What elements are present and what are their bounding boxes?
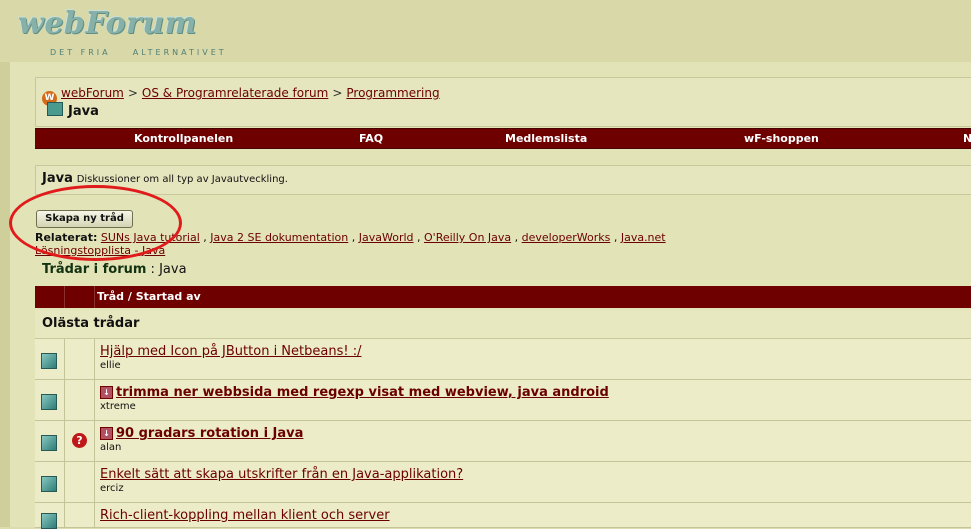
thread-author[interactable]: alan: [100, 442, 121, 453]
icon-cell: [65, 462, 95, 502]
thread-status-icon: [41, 353, 57, 369]
thread-row: Enkelt sätt att skapa utskrifter från en…: [35, 462, 971, 503]
icon-cell: [65, 503, 95, 527]
left-margin: [0, 62, 10, 527]
breadcrumb-level1[interactable]: OS & Programrelaterade forum: [142, 86, 328, 100]
related-link-javanet[interactable]: Java.net: [621, 231, 666, 244]
icon-cell: ?: [65, 421, 95, 461]
column-divider: [64, 286, 65, 308]
related-link-javaworld[interactable]: JavaWorld: [359, 231, 414, 244]
thread-title[interactable]: trimma ner webbsida med regexp visat med…: [116, 385, 609, 400]
thread-title[interactable]: 90 gradars rotation i Java: [116, 426, 303, 441]
forum-description: Diskussioner om all typ av Javautvecklin…: [76, 174, 288, 185]
unread-label: Olästa trådar: [42, 316, 140, 331]
nav-shop[interactable]: wF-shoppen: [744, 132, 819, 145]
thread-title[interactable]: Rich-client-koppling mellan klient och s…: [100, 508, 390, 523]
icon-cell: [65, 380, 95, 420]
breadcrumb-separator: >: [127, 86, 138, 100]
nav-more[interactable]: N: [963, 132, 971, 145]
thread-row: ? ↓ 90 gradars rotation i Java alan: [35, 421, 971, 462]
nav-member-list[interactable]: Medlemslista: [505, 132, 587, 145]
thread-author[interactable]: erciz: [100, 483, 124, 494]
thread-status-icon: [41, 394, 57, 410]
nav-control-panel[interactable]: Kontrollpanelen: [134, 132, 233, 145]
threads-forum: Java: [159, 262, 187, 277]
breadcrumb-separator: >: [332, 86, 343, 100]
down-arrow-icon[interactable]: ↓: [100, 427, 113, 440]
icon-cell: [65, 339, 95, 379]
column-divider: [94, 286, 95, 308]
down-arrow-icon[interactable]: ↓: [100, 386, 113, 399]
status-cell: [35, 462, 65, 502]
site-logo[interactable]: webForum: [18, 6, 197, 41]
thread-status-icon: [41, 476, 57, 492]
threads-label: Trådar i forum: [42, 262, 147, 277]
thread-title-wrap: ↓ 90 gradars rotation i Java: [100, 426, 303, 441]
thread-title-wrap: ↓ trimma ner webbsida med regexp visat me…: [100, 385, 609, 400]
thread-title[interactable]: Hjälp med Icon på JButton i Netbeans! :/: [100, 344, 361, 359]
breadcrumb-current: Java: [47, 102, 99, 119]
thread-table-header: Tråd / Startad av: [35, 286, 971, 308]
forum-info: Java Diskussioner om all typ av Javautve…: [42, 171, 288, 186]
status-cell: [35, 380, 65, 420]
threads-section-title: Trådar i forum : Java: [42, 262, 187, 277]
main-navbar: Kontrollpanelen FAQ Medlemslista wF-shop…: [35, 128, 971, 149]
thread-row: ↓ trimma ner webbsida med regexp visat me…: [35, 380, 971, 421]
folder-icon: [47, 102, 63, 116]
thread-author[interactable]: xtreme: [100, 401, 136, 412]
page-title: Java: [68, 104, 99, 119]
nav-faq[interactable]: FAQ: [359, 132, 383, 145]
unread-section-header: Olästa trådar: [35, 310, 971, 339]
related-link-developerworks[interactable]: developerWorks: [522, 231, 611, 244]
thread-row: Hjälp med Icon på JButton i Netbeans! :/…: [35, 339, 971, 380]
thread-column-header[interactable]: Tråd / Startad av: [97, 290, 201, 303]
status-cell: [35, 421, 65, 461]
status-cell: [35, 339, 65, 379]
question-icon: ?: [72, 433, 87, 448]
breadcrumb: WwebForum > OS & Programrelaterade forum > P…: [42, 86, 440, 106]
thread-row: Rich-client-koppling mellan klient och s…: [35, 503, 971, 529]
header-banner: webForum DET FRIA ALTERNATIVET: [0, 0, 971, 62]
related-link-oreilly[interactable]: O'Reilly On Java: [424, 231, 511, 244]
breadcrumb-home[interactable]: webForum: [61, 86, 124, 100]
status-cell: [35, 503, 65, 529]
thread-author[interactable]: ellie: [100, 360, 121, 371]
thread-title[interactable]: Enkelt sätt att skapa utskrifter från en…: [100, 467, 463, 482]
breadcrumb-level2[interactable]: Programmering: [346, 86, 439, 100]
highlight-circle-annotation: [9, 185, 182, 261]
related-link-j2se-docs[interactable]: Java 2 SE dokumentation: [210, 231, 348, 244]
thread-status-icon: [41, 435, 57, 451]
forum-name: Java: [42, 171, 73, 186]
site-tagline: DET FRIA ALTERNATIVET: [50, 48, 227, 57]
